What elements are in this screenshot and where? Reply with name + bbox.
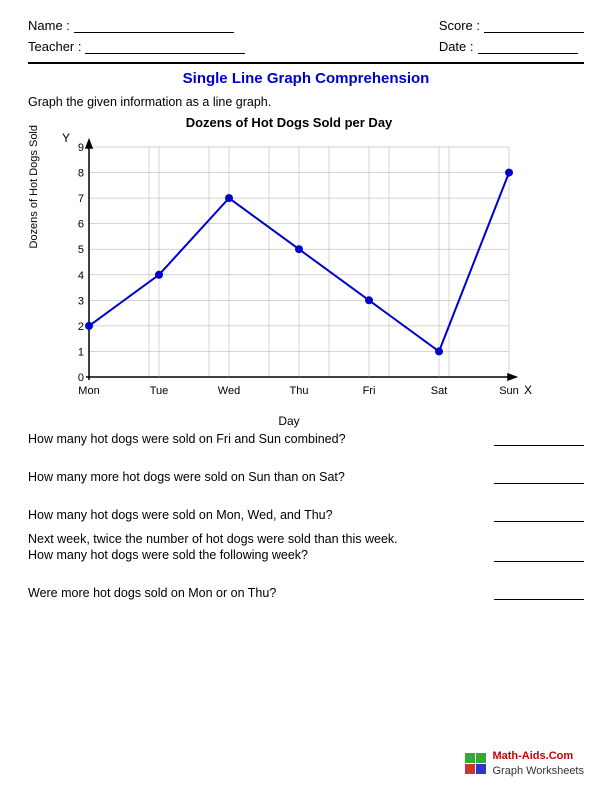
x-tick-labels: Mon Tue Wed Thu Fri Sat Sun [78,385,518,397]
question-1-text: How many hot dogs were sold on Fri and S… [28,432,494,446]
teacher-line [85,40,245,54]
name-field: Name : [28,18,245,33]
question-5-row: Were more hot dogs sold on Mon or on Thu… [28,572,584,600]
header-right: Score : Date : [439,18,584,54]
question-2-text: How many more hot dogs were sold on Sun … [28,470,494,484]
question-5-text: Were more hot dogs sold on Mon or on Thu… [28,586,494,600]
svg-text:Wed: Wed [218,385,240,397]
header: Name : Teacher : Score : Date : [28,18,584,54]
svg-text:Fri: Fri [363,385,376,397]
question-1-answer-line [494,432,584,446]
footer-text: Math-Aids.Com Graph Worksheets [492,749,584,778]
svg-text:Mon: Mon [78,385,99,397]
svg-text:2: 2 [78,321,84,333]
question-4-row: Next week, twice the number of hot dogs … [28,532,584,562]
questions-section: How many hot dogs were sold on Fri and S… [28,418,584,600]
svg-text:1: 1 [78,346,84,358]
question-4b-text: How many hot dogs were sold the followin… [28,548,494,562]
graph-svg: Y X [44,132,534,412]
header-divider [28,62,584,64]
question-3-answer-line [494,508,584,522]
graph-area: Dozens of Hot Dogs Sold Dozens of Hot Do… [28,115,584,410]
question-5-answer-line [494,586,584,600]
svg-text:Sat: Sat [431,385,448,397]
date-label: Date : [439,39,474,54]
date-line [478,40,578,54]
graph-container: Dozens of Hot Dogs Sold per Day Y X [44,115,534,410]
svg-text:0: 0 [78,372,84,384]
footer-logo [465,753,486,774]
instruction-text: Graph the given information as a line gr… [28,95,584,109]
question-4-answer-line [494,548,584,562]
question-3-row: How many hot dogs were sold on Mon, Wed,… [28,494,584,522]
logo-cell-4 [476,764,486,774]
axes [86,140,516,380]
header-left: Name : Teacher : [28,18,245,54]
footer-site: Math-Aids.Com [492,749,584,763]
name-line [74,19,234,33]
svg-text:Sun: Sun [499,385,519,397]
svg-text:5: 5 [78,244,84,256]
score-line [484,19,584,33]
footer-subtitle: Graph Worksheets [492,764,584,778]
y-tick-labels: 0 1 2 3 4 5 6 7 8 9 [78,142,84,384]
date-field: Date : [439,39,584,54]
teacher-label: Teacher : [28,39,81,54]
svg-text:7: 7 [78,193,84,205]
svg-text:8: 8 [78,168,84,180]
svg-text:Tue: Tue [150,385,169,397]
question-2-answer-line [494,470,584,484]
svg-text:Thu: Thu [290,385,309,397]
question-3-text: How many hot dogs were sold on Mon, Wed,… [28,508,494,522]
score-label: Score : [439,18,480,33]
teacher-field: Teacher : [28,39,245,54]
question-4a-text: Next week, twice the number of hot dogs … [28,532,584,546]
svg-text:9: 9 [78,142,84,154]
logo-cell-3 [465,764,475,774]
x-axis-right-label: X [524,383,532,397]
score-field: Score : [439,18,584,33]
svg-text:4: 4 [78,270,84,282]
grid-day-lines [159,147,439,377]
name-label: Name : [28,18,70,33]
graph-title: Dozens of Hot Dogs Sold per Day [44,115,534,130]
logo-cell-1 [465,753,475,763]
page: Name : Teacher : Score : Date : Single L… [0,0,612,792]
question-2-row: How many more hot dogs were sold on Sun … [28,456,584,484]
svg-text:6: 6 [78,219,84,231]
x-axis-label: Day [44,414,534,428]
logo-cell-2 [476,753,486,763]
page-title: Single Line Graph Comprehension [28,70,584,87]
footer: Math-Aids.Com Graph Worksheets [465,749,584,778]
y-axis-top-label: Y [62,132,70,145]
y-axis-label: Dozens of Hot Dogs Sold [28,125,42,249]
svg-text:3: 3 [78,295,84,307]
graph-inner: Y X [44,132,534,412]
